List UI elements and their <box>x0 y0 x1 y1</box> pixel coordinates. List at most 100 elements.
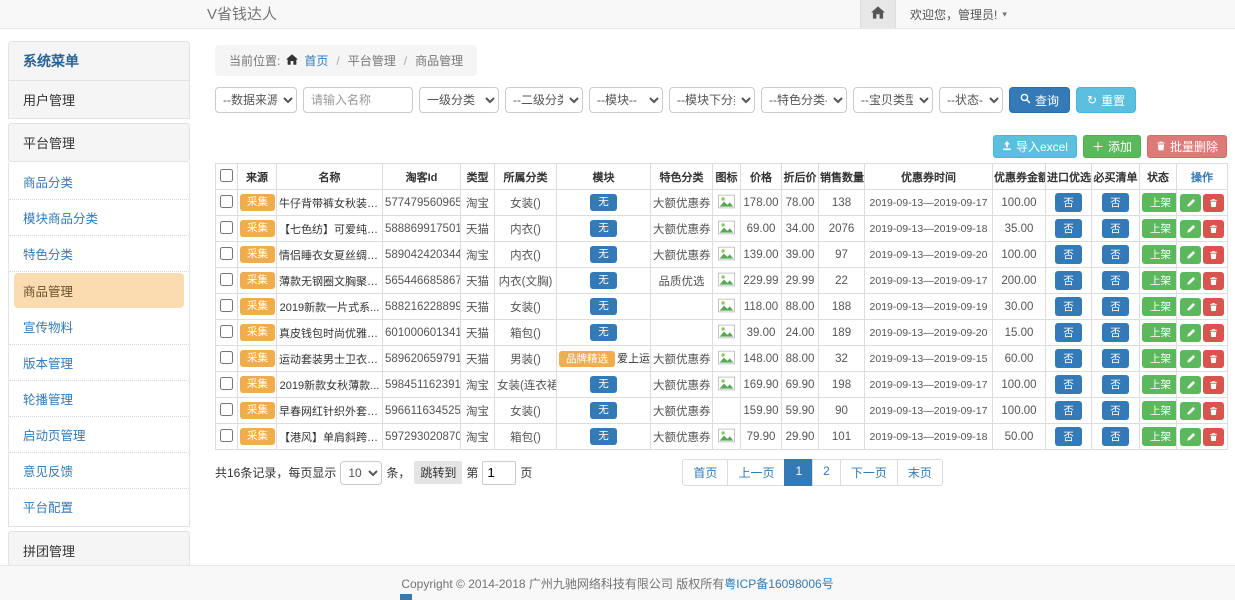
page-number-button[interactable]: 2 <box>812 459 841 486</box>
sidebar-subitem[interactable]: 商品分类 <box>9 164 189 200</box>
sidebar-group-item[interactable]: 拼团管理 <box>8 531 190 565</box>
import-select-toggle[interactable]: 否 <box>1055 245 1082 264</box>
must-buy-toggle[interactable]: 否 <box>1102 349 1129 368</box>
sidebar-subitem[interactable]: 特色分类 <box>9 236 189 272</box>
status-on-shelf-button[interactable]: 上架 <box>1142 375 1177 394</box>
name-search-input[interactable] <box>303 87 413 113</box>
batch-delete-button[interactable]: 批量删除 <box>1147 135 1227 158</box>
breadcrumb-home-link[interactable]: 首页 <box>304 52 328 69</box>
data-source-select[interactable]: --数据来源-- <box>215 87 297 113</box>
must-buy-toggle[interactable]: 否 <box>1102 271 1129 290</box>
icp-link[interactable]: 粤ICP备16098006号 <box>724 575 833 592</box>
delete-button[interactable] <box>1203 220 1224 238</box>
sidebar-subitem[interactable]: 意见反馈 <box>9 453 189 489</box>
must-buy-toggle[interactable]: 否 <box>1102 297 1129 316</box>
must-buy-toggle[interactable]: 否 <box>1102 401 1129 420</box>
row-checkbox[interactable] <box>220 247 233 260</box>
delete-button[interactable] <box>1203 350 1224 368</box>
row-checkbox[interactable] <box>220 403 233 416</box>
sidebar-group-item[interactable]: 用户管理 <box>8 80 190 119</box>
status-on-shelf-button[interactable]: 上架 <box>1142 219 1177 238</box>
delete-button[interactable] <box>1203 428 1224 446</box>
add-button[interactable]: ＋ 添加 <box>1083 135 1141 158</box>
row-checkbox[interactable] <box>220 195 233 208</box>
edit-button[interactable] <box>1180 376 1201 394</box>
page-first-button[interactable]: 首页 <box>682 459 728 486</box>
edit-button[interactable] <box>1180 324 1201 342</box>
edit-button[interactable] <box>1180 194 1201 212</box>
edit-button[interactable] <box>1180 402 1201 420</box>
delete-button[interactable] <box>1203 376 1224 394</box>
status-on-shelf-button[interactable]: 上架 <box>1142 323 1177 342</box>
status-on-shelf-button[interactable]: 上架 <box>1142 193 1177 212</box>
must-buy-toggle[interactable]: 否 <box>1102 193 1129 212</box>
edit-button[interactable] <box>1180 246 1201 264</box>
level2-category-select[interactable]: --二级分类-- <box>505 87 583 113</box>
edit-button[interactable] <box>1180 220 1201 238</box>
page-prev-button[interactable]: 上一页 <box>727 459 785 486</box>
row-checkbox[interactable] <box>220 273 233 286</box>
module-select[interactable]: --模块-- <box>589 87 663 113</box>
status-on-shelf-button[interactable]: 上架 <box>1142 427 1177 446</box>
status-select[interactable]: --状态-- <box>939 87 1003 113</box>
page-number-input[interactable] <box>482 461 516 485</box>
delete-button[interactable] <box>1203 246 1224 264</box>
delete-button[interactable] <box>1203 402 1224 420</box>
import-select-toggle[interactable]: 否 <box>1055 271 1082 290</box>
delete-button[interactable] <box>1203 272 1224 290</box>
module-sub-select[interactable]: --模块下分类-- <box>669 87 755 113</box>
level1-category-select[interactable]: 一级分类 <box>419 87 499 113</box>
page-next-button[interactable]: 下一页 <box>840 459 898 486</box>
page-number-button[interactable]: 1 <box>784 459 813 486</box>
sidebar-subitem[interactable]: 宣传物料 <box>9 309 189 345</box>
delete-button[interactable] <box>1203 298 1224 316</box>
row-checkbox[interactable] <box>220 351 233 364</box>
sidebar-subitem[interactable]: 模块商品分类 <box>9 200 189 236</box>
status-on-shelf-button[interactable]: 上架 <box>1142 401 1177 420</box>
jump-button[interactable]: 跳转到 <box>414 461 462 484</box>
import-select-toggle[interactable]: 否 <box>1055 193 1082 212</box>
import-select-toggle[interactable]: 否 <box>1055 349 1082 368</box>
select-all-checkbox[interactable] <box>220 169 233 182</box>
row-checkbox[interactable] <box>220 377 233 390</box>
must-buy-toggle[interactable]: 否 <box>1102 219 1129 238</box>
item-type-select[interactable]: --宝贝类型-- <box>853 87 933 113</box>
user-menu[interactable]: 欢迎您，管理员! ▾ <box>896 0 1021 28</box>
edit-button[interactable] <box>1180 272 1201 290</box>
home-button[interactable] <box>860 0 896 28</box>
sidebar-subitem[interactable]: 商品管理 <box>14 273 184 308</box>
import-select-toggle[interactable]: 否 <box>1055 323 1082 342</box>
feature-category-select[interactable]: --特色分类-- <box>761 87 847 113</box>
search-button[interactable]: 查询 <box>1009 87 1070 113</box>
row-checkbox[interactable] <box>220 299 233 312</box>
per-page-select[interactable]: 10 <box>340 461 382 485</box>
must-buy-toggle[interactable]: 否 <box>1102 323 1129 342</box>
edit-button[interactable] <box>1180 428 1201 446</box>
reset-button[interactable]: ↻ 重置 <box>1076 87 1136 113</box>
sidebar-group-item[interactable]: 平台管理 <box>8 123 190 162</box>
page-last-button[interactable]: 末页 <box>897 459 943 486</box>
edit-button[interactable] <box>1180 298 1201 316</box>
status-on-shelf-button[interactable]: 上架 <box>1142 271 1177 290</box>
must-buy-toggle[interactable]: 否 <box>1102 375 1129 394</box>
sidebar-subitem[interactable]: 平台配置 <box>9 489 189 524</box>
row-checkbox[interactable] <box>220 429 233 442</box>
import-select-toggle[interactable]: 否 <box>1055 427 1082 446</box>
must-buy-toggle[interactable]: 否 <box>1102 427 1129 446</box>
sidebar-subitem[interactable]: 版本管理 <box>9 345 189 381</box>
row-checkbox[interactable] <box>220 325 233 338</box>
status-on-shelf-button[interactable]: 上架 <box>1142 297 1177 316</box>
must-buy-toggle[interactable]: 否 <box>1102 245 1129 264</box>
import-select-toggle[interactable]: 否 <box>1055 375 1082 394</box>
import-select-toggle[interactable]: 否 <box>1055 297 1082 316</box>
import-select-toggle[interactable]: 否 <box>1055 401 1082 420</box>
edit-button[interactable] <box>1180 350 1201 368</box>
sidebar-subitem[interactable]: 启动页管理 <box>9 417 189 453</box>
sidebar-subitem[interactable]: 轮播管理 <box>9 381 189 417</box>
import-select-toggle[interactable]: 否 <box>1055 219 1082 238</box>
import-excel-button[interactable]: 导入excel <box>993 135 1077 158</box>
row-checkbox[interactable] <box>220 221 233 234</box>
status-on-shelf-button[interactable]: 上架 <box>1142 245 1177 264</box>
delete-button[interactable] <box>1203 194 1224 212</box>
delete-button[interactable] <box>1203 324 1224 342</box>
